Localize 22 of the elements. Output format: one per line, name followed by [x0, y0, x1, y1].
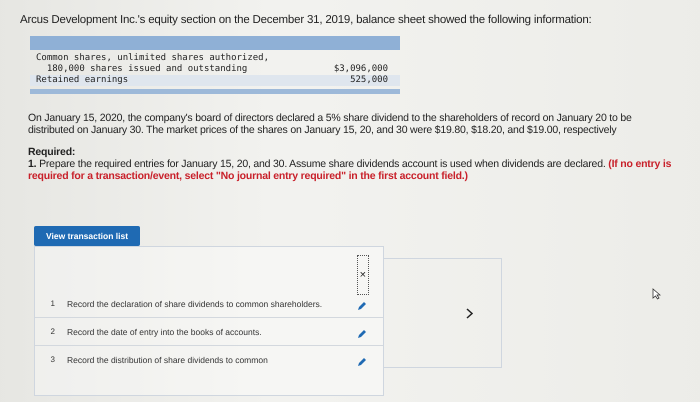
row-number: 2 [50, 327, 56, 336]
transaction-text[interactable]: Record the declaration of share dividends to common shareholders. [67, 299, 327, 310]
table-cell-text: Common shares, unlimited shares authorized, [35, 53, 270, 64]
table-cell-text: Retained earnings [35, 75, 130, 86]
pencil-icon[interactable] [357, 329, 367, 339]
table-cell-text: $3,096,000 [332, 64, 389, 75]
table-cell-text: 525,000 [349, 75, 389, 86]
view-transaction-list-button[interactable]: View transaction list [34, 226, 140, 246]
row-number: 3 [50, 355, 56, 364]
close-button[interactable]: × [356, 255, 369, 295]
cursor-icon [652, 288, 661, 300]
transaction-text[interactable]: Record the date of entry into the books of accounts. [67, 327, 327, 338]
pencil-icon[interactable] [357, 357, 367, 367]
instruction-text: 1. Prepare the required entries for January 15, 20, and 30. Assume share dividends account is used when dividends are declared. (If no entry is required for a transaction/event, select "No journal entry required" in the first account field.) [28, 158, 672, 182]
table-cell-text: 180,000 shares issued and outstanding [46, 64, 248, 75]
intro-text: Arcus Development Inc.'s equity section on the December 31, 2019, balance sheet showed the following information: [20, 13, 593, 26]
chevron-right-icon[interactable] [466, 308, 473, 318]
required-heading: Required: [28, 146, 76, 158]
row-number: 1 [50, 299, 56, 308]
pencil-icon[interactable] [357, 301, 367, 311]
transaction-text[interactable]: Record the distribution of share dividends to common [67, 355, 327, 366]
scenario-text: On January 15, 2020, the company's board of directors declared a 5% share dividend to the shareholders of record on January 20 to be distributed on January 30. The market prices of the shares on January 15, 20, and 30 were $19.80, $18.20, and $19.00, respectively [27, 112, 633, 136]
